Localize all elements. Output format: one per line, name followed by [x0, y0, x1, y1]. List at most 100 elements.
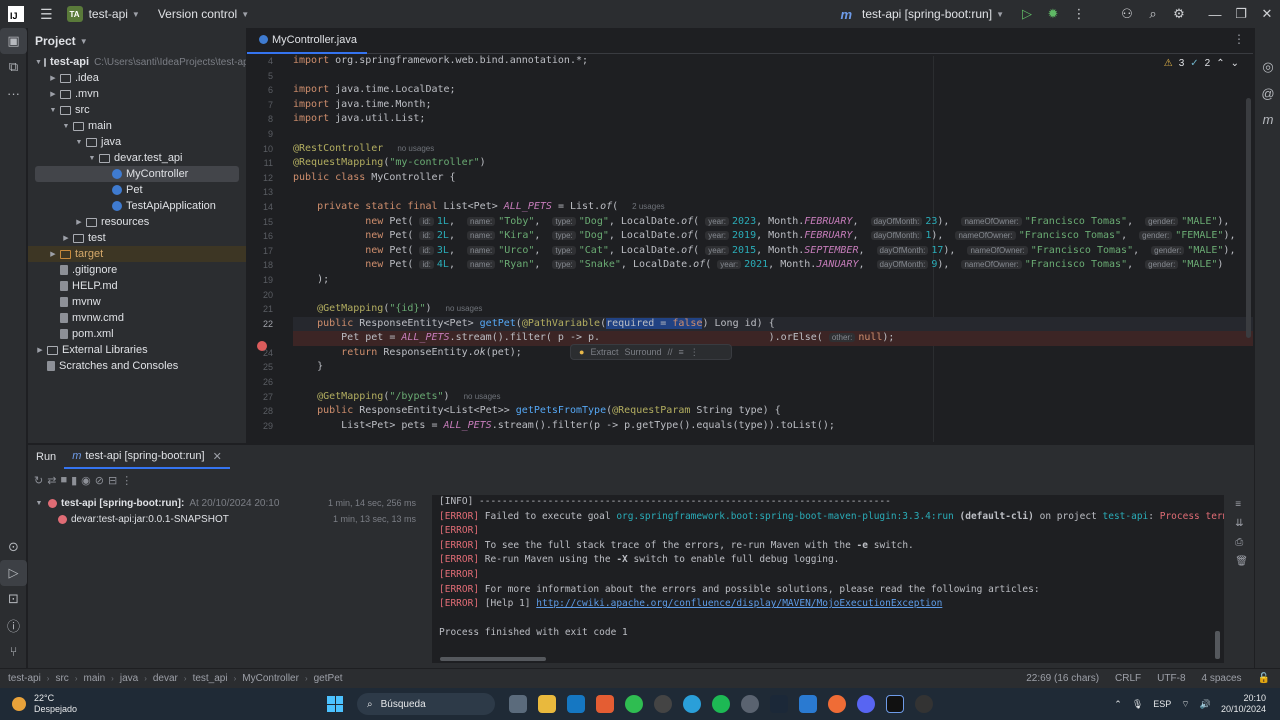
- hamburger-menu-icon[interactable]: ☰: [40, 6, 53, 23]
- task-view-icon[interactable]: [509, 695, 528, 713]
- file-explorer-icon[interactable]: [538, 695, 557, 713]
- structure-tool-icon[interactable]: ⧉: [0, 54, 27, 80]
- tree-item[interactable]: mvnw.cmd: [28, 310, 246, 326]
- chevron-down-icon[interactable]: ▼: [48, 107, 58, 114]
- chevron-down-icon[interactable]: ▼: [74, 139, 84, 146]
- pause-icon[interactable]: ▮: [71, 474, 77, 487]
- breadcrumb-item[interactable]: MyController: [242, 673, 299, 684]
- wifi-icon[interactable]: ⌔: [1181, 699, 1189, 710]
- chrome-icon[interactable]: [741, 695, 760, 713]
- maximize-icon[interactable]: ❐: [1228, 0, 1254, 28]
- search-icon[interactable]: ⌕: [1140, 0, 1166, 28]
- intellij-icon[interactable]: [886, 695, 905, 713]
- lock-icon[interactable]: 🔓: [1258, 673, 1270, 684]
- console-output[interactable]: [INFO] ---------------------------------…: [432, 495, 1224, 663]
- postman-icon[interactable]: [828, 695, 847, 713]
- console-vscrollbar[interactable]: [1215, 631, 1220, 659]
- breadcrumb-item[interactable]: src: [55, 673, 68, 684]
- close-icon[interactable]: ✕: [1254, 0, 1280, 28]
- taskbar-search[interactable]: ⌕ Búsqueda: [357, 693, 496, 715]
- maven-tool-icon[interactable]: m: [1255, 106, 1280, 132]
- console-hscrollbar[interactable]: [440, 657, 546, 661]
- breadcrumb-item[interactable]: getPet: [314, 673, 343, 684]
- code-editor[interactable]: MyController.java ⋮ ⚠ 3 ✓ 2 ⌃ ⌄ 4567 8 9 10 1…: [247, 28, 1253, 443]
- terminal-icon[interactable]: ⊡: [0, 586, 27, 612]
- chevron-down-icon[interactable]: ▼: [87, 155, 97, 162]
- toggle-icon[interactable]: ⇄: [47, 474, 56, 487]
- tree-item[interactable]: .gitignore: [28, 262, 246, 278]
- stop-icon[interactable]: ■: [60, 474, 67, 486]
- ai-assistant-icon[interactable]: @: [1255, 80, 1280, 106]
- surround-action[interactable]: Surround: [624, 347, 661, 357]
- extract-action[interactable]: Extract: [590, 347, 618, 357]
- close-icon[interactable]: ✕: [213, 450, 222, 463]
- chevron-right-icon[interactable]: ▶: [48, 90, 58, 98]
- chevron-down-icon[interactable]: ▼: [61, 123, 71, 130]
- tree-item[interactable]: ▶ .idea: [28, 70, 246, 86]
- editor-scrollbar[interactable]: [1246, 98, 1251, 338]
- vscode-icon[interactable]: [799, 695, 818, 713]
- debug-icon[interactable]: ✹: [1040, 0, 1066, 28]
- intellij-logo-icon[interactable]: IJ: [8, 6, 24, 22]
- telegram-icon[interactable]: [683, 695, 702, 713]
- run-icon[interactable]: ▷: [1014, 0, 1040, 28]
- line-gutter[interactable]: 4567 891011 12131415 16171819 202122 232…: [247, 54, 277, 433]
- tree-item[interactable]: ▶ resources: [28, 214, 246, 230]
- obs-icon[interactable]: [915, 695, 934, 713]
- collapse-icon[interactable]: ⊟: [108, 474, 117, 487]
- discord-icon[interactable]: [857, 695, 876, 713]
- tree-item[interactable]: ▶ External Libraries: [28, 342, 246, 358]
- trash-icon[interactable]: 🗑: [1235, 556, 1248, 567]
- format-icon[interactable]: ≡: [679, 347, 684, 357]
- volume-icon[interactable]: 🔊: [1200, 699, 1211, 710]
- run-tree-item[interactable]: devar:test-api:jar:0.0.1-SNAPSHOT 1 min,…: [28, 511, 426, 527]
- run-tree-item[interactable]: ▼ test-api [spring-boot:run]: At 20/10/2…: [28, 495, 426, 511]
- view-icon[interactable]: ◉: [81, 474, 91, 487]
- tree-item[interactable]: Scratches and Consoles: [28, 358, 246, 374]
- tree-item[interactable]: HELP.md: [28, 278, 246, 294]
- caret-position[interactable]: 22:69 (16 chars): [1026, 673, 1099, 684]
- chevron-right-icon[interactable]: ▶: [48, 250, 58, 258]
- line-separator[interactable]: CRLF: [1115, 673, 1141, 684]
- project-name[interactable]: test-api: [89, 7, 128, 21]
- project-badge[interactable]: TA: [66, 6, 83, 22]
- minimize-icon[interactable]: —: [1202, 0, 1228, 28]
- tree-item[interactable]: ▶ target: [28, 246, 246, 262]
- indent-setting[interactable]: 4 spaces: [1202, 673, 1242, 684]
- more-actions-icon[interactable]: ⋮: [1066, 0, 1092, 28]
- tree-item[interactable]: ▼ src: [28, 102, 246, 118]
- tree-item[interactable]: Pet: [28, 182, 246, 198]
- tree-item[interactable]: mvnw: [28, 294, 246, 310]
- chevron-down-icon[interactable]: ▼: [241, 10, 249, 19]
- more-actions-icon[interactable]: ⋮: [121, 474, 132, 487]
- services-icon[interactable]: ⊙: [0, 534, 27, 560]
- more-actions-icon[interactable]: ⋮: [690, 347, 699, 358]
- filter-icon[interactable]: ⊘: [95, 474, 104, 487]
- outlook-icon[interactable]: [567, 695, 586, 713]
- chevron-right-icon[interactable]: ▶: [61, 234, 71, 242]
- add-user-icon[interactable]: ⚇: [1114, 0, 1140, 28]
- git-icon[interactable]: ⑂: [0, 638, 27, 664]
- run-configuration-selector[interactable]: m test-api [spring-boot:run] ▼: [840, 7, 1004, 22]
- more-tabs-icon[interactable]: ⋮: [1233, 32, 1245, 46]
- media-player-icon[interactable]: [654, 695, 673, 713]
- comment-icon[interactable]: //: [667, 347, 672, 357]
- weather-widget[interactable]: 22°C Despejado: [12, 693, 77, 715]
- chevron-up-icon[interactable]: ⌃: [1114, 699, 1122, 710]
- breakpoint-icon[interactable]: [257, 341, 267, 351]
- windows-start-icon[interactable]: [327, 696, 344, 712]
- tree-item[interactable]: ▶ .mvn: [28, 86, 246, 102]
- language-indicator[interactable]: ESP: [1153, 699, 1171, 709]
- whatsapp-icon[interactable]: [625, 695, 644, 713]
- chevron-right-icon[interactable]: ▶: [48, 74, 58, 82]
- steam-icon[interactable]: [770, 695, 789, 713]
- chevron-down-icon[interactable]: ▼: [132, 10, 140, 19]
- problems-icon[interactable]: ⓘ: [0, 612, 27, 638]
- tree-item[interactable]: ▼ java: [28, 134, 246, 150]
- tree-item[interactable]: pom.xml: [28, 326, 246, 342]
- intention-popup[interactable]: ● Extract Surround // ≡ ⋮: [570, 344, 732, 360]
- project-panel-header[interactable]: Project ▼: [28, 28, 246, 54]
- project-tool-icon[interactable]: ▣: [0, 28, 27, 54]
- microphone-icon[interactable]: 🎙: [1132, 699, 1143, 710]
- notifications-icon[interactable]: ◎: [1255, 54, 1280, 80]
